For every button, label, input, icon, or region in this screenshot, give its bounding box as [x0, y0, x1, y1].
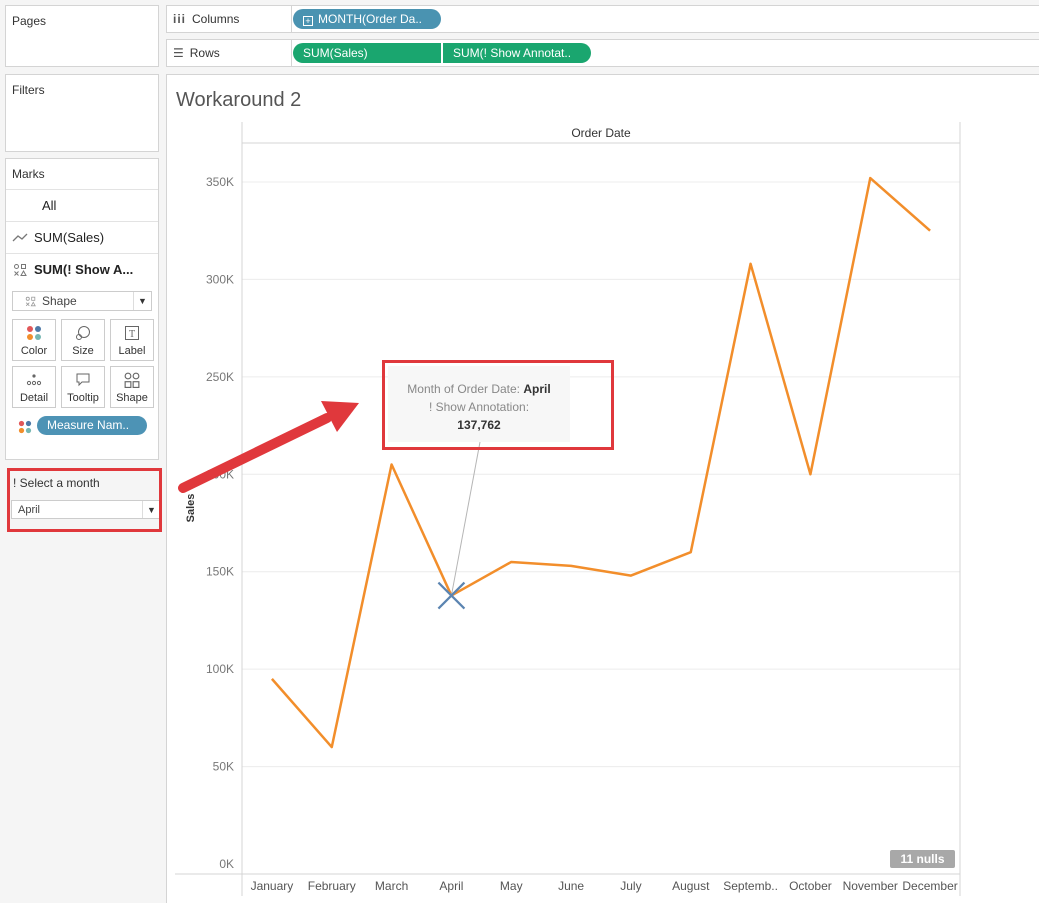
sales-point[interactable]	[628, 573, 634, 579]
sales-point[interactable]	[867, 175, 873, 181]
x-tick-label: March	[375, 879, 408, 893]
sales-point[interactable]	[688, 549, 694, 555]
y-tick-label: 50K	[213, 760, 234, 774]
x-tick-label: October	[789, 879, 832, 893]
y-tick-label: 150K	[206, 565, 234, 579]
sales-point[interactable]	[568, 563, 574, 569]
sales-line-chart[interactable]: 0K 50K 100K 150K 200K 250K 300K 350K January Febr…	[0, 0, 1039, 903]
x-axis-title: Order Date	[571, 126, 631, 140]
x-tick-label: April	[439, 879, 463, 893]
sales-point[interactable]	[269, 676, 275, 682]
y-tick-label: 250K	[206, 370, 234, 384]
y-tick-label: 350K	[206, 175, 234, 189]
x-tick-label: May	[500, 879, 523, 893]
highlight-tooltip-box	[382, 360, 614, 450]
sales-point[interactable]	[748, 261, 754, 267]
sales-point[interactable]	[389, 462, 395, 468]
sales-point[interactable]	[329, 744, 335, 750]
nulls-badge[interactable]: 11 nulls	[890, 850, 955, 868]
x-tick-label: Septemb..	[723, 879, 778, 893]
x-tick-label: June	[558, 879, 584, 893]
y-axis-title: Sales	[185, 494, 197, 523]
sales-series-line[interactable]	[270, 176, 931, 749]
y-tick-label: 100K	[206, 662, 234, 676]
annotation-leader-line	[450, 441, 481, 596]
sales-point[interactable]	[807, 471, 813, 477]
y-tick-label: 0K	[219, 857, 234, 871]
sales-point[interactable]	[508, 559, 514, 565]
x-tick-label: December	[902, 879, 957, 893]
x-tick-label: November	[843, 879, 898, 893]
y-tick-label: 300K	[206, 272, 234, 286]
sales-point[interactable]	[927, 228, 933, 234]
x-tick-label: February	[308, 879, 356, 893]
x-tick-label: July	[620, 879, 641, 893]
x-tick-label: August	[672, 879, 710, 893]
y-tick-label: 200K	[206, 467, 234, 481]
x-tick-label: January	[251, 879, 294, 893]
